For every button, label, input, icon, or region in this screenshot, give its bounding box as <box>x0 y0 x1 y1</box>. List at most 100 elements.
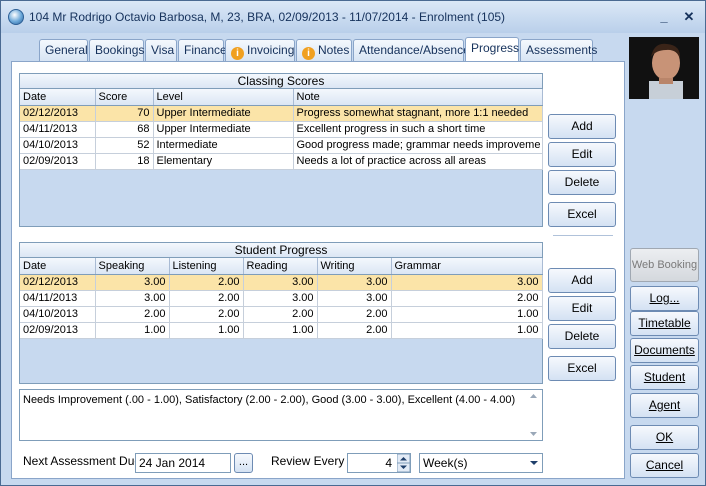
column-header[interactable]: Writing <box>317 258 392 275</box>
grammar-cell: 3.00 <box>391 274 543 291</box>
date-cell: 04/10/2013 <box>20 137 96 154</box>
score-cell: 70 <box>95 105 154 122</box>
date-cell: 04/11/2013 <box>20 290 96 307</box>
level-cell: Intermediate <box>153 137 294 154</box>
score-cell: 52 <box>95 137 154 154</box>
level-cell: Elementary <box>153 153 294 170</box>
progress-delete-button[interactable]: Delete <box>548 324 616 349</box>
tab-attendance-absence[interactable]: Attendance/Absence <box>353 39 470 61</box>
minimize-button[interactable]: _ <box>655 9 673 25</box>
warning-icon: i <box>302 47 315 60</box>
student-progress-table: Date Speaking Listening Reading Writing … <box>20 258 543 339</box>
tab-bookings[interactable]: Bookings <box>89 39 144 61</box>
table-row[interactable]: 04/11/2013 3.00 2.00 3.00 3.00 2.00 <box>20 290 543 307</box>
writing-cell: 2.00 <box>317 322 392 339</box>
classing-excel-button[interactable]: Excel <box>548 202 616 227</box>
log-button[interactable]: Log... <box>630 286 699 311</box>
ok-button[interactable]: OK <box>630 425 699 450</box>
column-header[interactable]: Date <box>20 89 96 106</box>
column-header[interactable]: Level <box>153 89 294 106</box>
progress-excel-button[interactable]: Excel <box>548 356 616 381</box>
memo-scrollbar[interactable] <box>525 390 542 440</box>
title-bar[interactable]: 104 Mr Rodrigo Octavio Barbosa, M, 23, B… <box>1 1 705 33</box>
web-booking-button[interactable]: Web Booking <box>630 248 699 282</box>
review-unit-select[interactable]: Week(s) <box>419 453 543 473</box>
student-button[interactable]: Student <box>630 365 699 390</box>
grammar-cell: 1.00 <box>391 306 543 323</box>
score-cell: 68 <box>95 121 154 138</box>
table-row[interactable]: 04/11/2013 68 Upper Intermediate Excelle… <box>20 121 543 138</box>
timetable-button[interactable]: Timetable <box>630 311 699 336</box>
writing-cell: 2.00 <box>317 306 392 323</box>
grid-caption: Classing Scores <box>20 74 542 89</box>
column-header[interactable]: Note <box>293 89 543 106</box>
writing-cell: 3.00 <box>317 274 392 291</box>
date-cell: 02/09/2013 <box>20 153 96 170</box>
classing-edit-button[interactable]: Edit <box>548 142 616 167</box>
listening-cell: 1.00 <box>169 322 244 339</box>
tab-invoicing[interactable]: i Invoicing <box>225 39 295 61</box>
student-progress-grid[interactable]: Student Progress Date Speaking Listening… <box>19 242 543 384</box>
tab-general[interactable]: General <box>39 39 88 61</box>
next-assessment-date-field[interactable]: 24 Jan 2014 <box>135 453 231 473</box>
table-header-row: Date Score Level Note <box>20 89 543 106</box>
listening-cell: 2.00 <box>169 274 244 291</box>
scroll-down-icon[interactable] <box>530 432 537 436</box>
classing-scores-grid[interactable]: Classing Scores Date Score Level Note 02… <box>19 73 543 227</box>
chevron-down-icon[interactable] <box>527 455 541 471</box>
cancel-button[interactable]: Cancel <box>630 453 699 478</box>
tab-notes[interactable]: i Notes <box>296 39 352 61</box>
tab-finance[interactable]: Finance <box>178 39 227 61</box>
column-header[interactable]: Listening <box>169 258 244 275</box>
spin-arrows-icon[interactable] <box>397 454 410 472</box>
progress-add-button[interactable]: Add <box>548 268 616 293</box>
documents-button[interactable]: Documents <box>630 338 699 363</box>
assessment-scale-memo[interactable]: Needs Improvement (.00 - 1.00), Satisfac… <box>19 389 543 441</box>
date-cell: 04/10/2013 <box>20 306 96 323</box>
table-row[interactable]: 04/10/2013 2.00 2.00 2.00 2.00 1.00 <box>20 306 543 323</box>
table-row[interactable]: 02/09/2013 18 Elementary Needs a lot of … <box>20 153 543 170</box>
tab-visa[interactable]: Visa <box>145 39 177 61</box>
date-cell: 02/12/2013 <box>20 274 96 291</box>
table-row[interactable]: 04/10/2013 52 Intermediate Good progress… <box>20 137 543 154</box>
date-cell: 04/11/2013 <box>20 121 96 138</box>
table-row[interactable]: 02/09/2013 1.00 1.00 1.00 2.00 1.00 <box>20 322 543 339</box>
next-assessment-label: Next Assessment Due <box>23 454 142 468</box>
level-cell: Upper Intermediate <box>153 121 294 138</box>
listening-cell: 2.00 <box>169 306 244 323</box>
student-photo <box>629 37 699 99</box>
close-button[interactable]: ✕ <box>680 9 698 25</box>
column-header[interactable]: Grammar <box>391 258 543 275</box>
warning-icon: i <box>231 47 244 60</box>
reading-cell: 1.00 <box>243 322 318 339</box>
speaking-cell: 1.00 <box>95 322 170 339</box>
classing-add-button[interactable]: Add <box>548 114 616 139</box>
table-row[interactable]: 02/12/2013 3.00 2.00 3.00 3.00 3.00 <box>20 274 543 291</box>
note-cell: Good progress made; grammar needs improv… <box>293 137 543 154</box>
review-every-label: Review Every <box>271 454 345 468</box>
enrolment-window: 104 Mr Rodrigo Octavio Barbosa, M, 23, B… <box>0 0 706 486</box>
date-cell: 02/09/2013 <box>20 322 96 339</box>
column-header[interactable]: Date <box>20 258 96 275</box>
reading-cell: 3.00 <box>243 274 318 291</box>
note-cell: Needs a lot of practice across all areas <box>293 153 543 170</box>
scroll-up-icon[interactable] <box>530 394 537 398</box>
grammar-cell: 1.00 <box>391 322 543 339</box>
classing-delete-button[interactable]: Delete <box>548 170 616 195</box>
assessment-scale-text: Needs Improvement (.00 - 1.00), Satisfac… <box>23 394 516 406</box>
agent-button[interactable]: Agent <box>630 393 699 418</box>
column-header[interactable]: Score <box>95 89 154 106</box>
writing-cell: 3.00 <box>317 290 392 307</box>
tab-progress[interactable]: Progress <box>465 37 519 61</box>
tab-assessments[interactable]: Assessments <box>520 39 597 61</box>
speaking-cell: 3.00 <box>95 274 170 291</box>
column-header[interactable]: Reading <box>243 258 318 275</box>
date-picker-button[interactable]: ... <box>234 453 253 473</box>
section-divider <box>553 235 613 236</box>
table-row[interactable]: 02/12/2013 70 Upper Intermediate Progres… <box>20 105 543 122</box>
speaking-cell: 3.00 <box>95 290 170 307</box>
progress-edit-button[interactable]: Edit <box>548 296 616 321</box>
column-header[interactable]: Speaking <box>95 258 170 275</box>
grid-caption: Student Progress <box>20 243 542 258</box>
review-unit-value: Week(s) <box>423 456 468 470</box>
